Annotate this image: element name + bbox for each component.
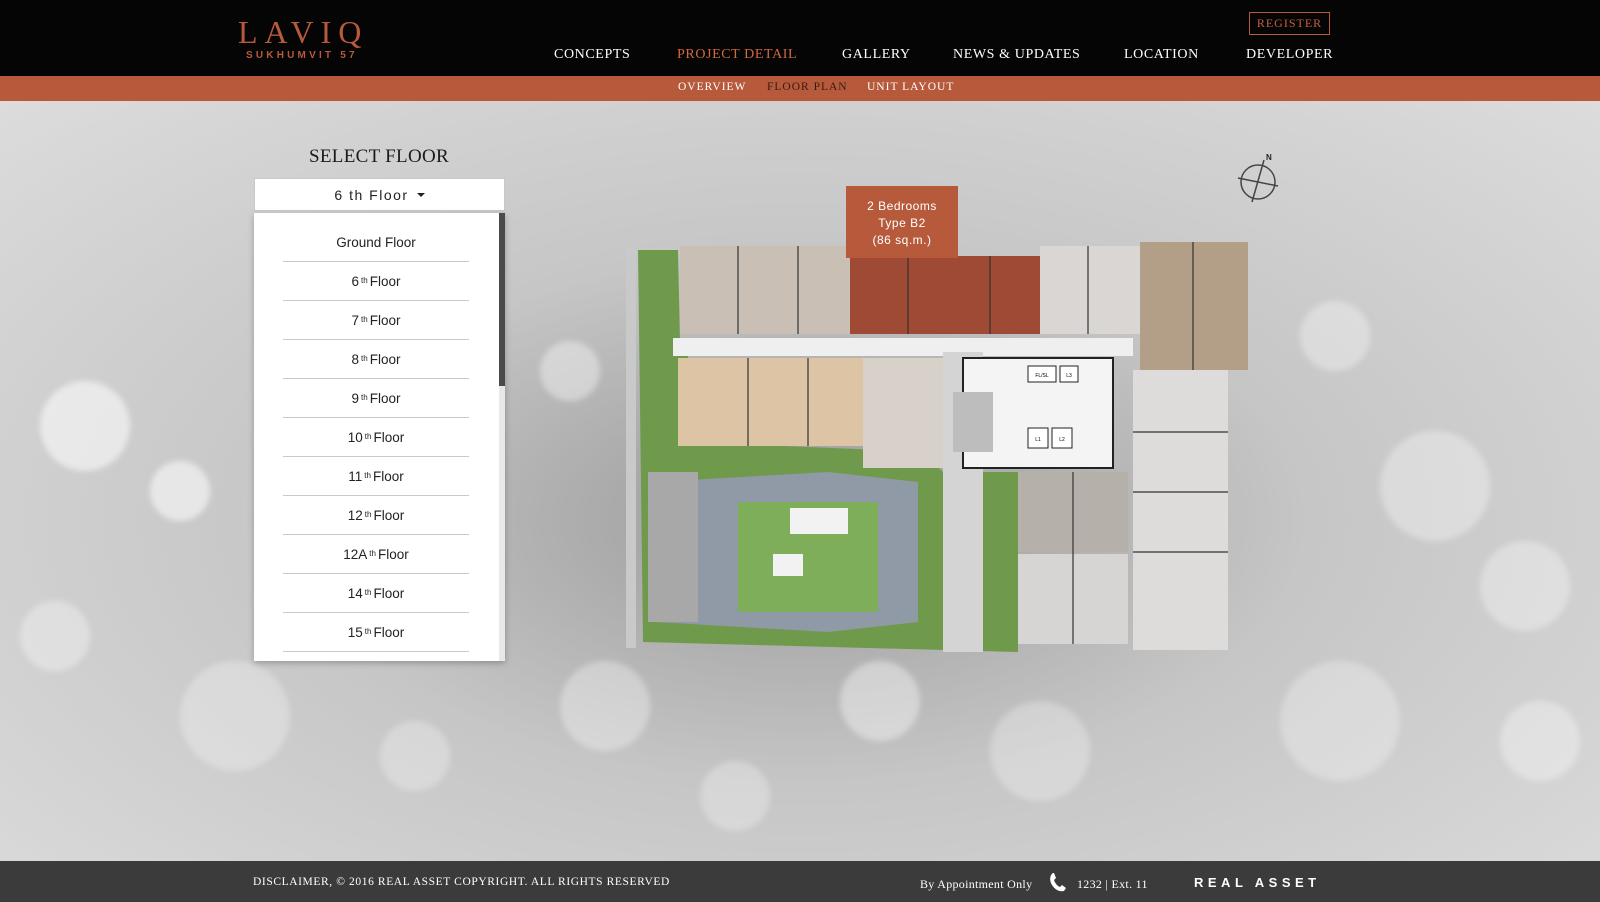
select-floor-title: SELECT FLOOR xyxy=(309,146,449,167)
unit-right-stack xyxy=(1133,370,1228,650)
tooltip-area: (86 sq.m.) xyxy=(872,233,932,247)
unit-b2-highlight[interactable] xyxy=(850,256,1040,334)
floor-option[interactable]: 9th Floor xyxy=(283,379,469,418)
top-header: LAVIQ SUKHUMVIT 57 REGISTER CONCEPTS PRO… xyxy=(0,0,1600,76)
tooltip-type: Type B2 xyxy=(878,216,926,230)
footer: DISCLAIMER, © 2016 REAL ASSET COPYRIGHT.… xyxy=(0,861,1600,902)
dropdown-scrollbar[interactable] xyxy=(499,213,505,661)
stair xyxy=(953,392,993,452)
l2-label: L2 xyxy=(1059,437,1065,443)
unit-f xyxy=(863,358,943,468)
floor-select[interactable]: 6 th Floor xyxy=(254,178,505,211)
site-boundary xyxy=(626,248,636,648)
floor-plan[interactable]: FL/SL L3 L1 L2 xyxy=(618,242,1260,662)
appointment-text: By Appointment Only xyxy=(920,877,1033,891)
tooltip-bedrooms: 2 Bedrooms xyxy=(867,199,937,213)
floor-option[interactable]: 6th Floor xyxy=(283,262,469,301)
caret-down-icon xyxy=(416,192,425,197)
unit-d xyxy=(1140,242,1248,370)
nav-location[interactable]: LOCATION xyxy=(1124,47,1199,63)
floor-option[interactable]: Ground Floor xyxy=(283,223,469,262)
register-button[interactable]: REGISTER xyxy=(1249,12,1330,35)
fl-sl-label: FL/SL xyxy=(1035,373,1049,379)
floor-option[interactable]: 7th Floor xyxy=(283,301,469,340)
nav-developer[interactable]: DEVELOPER xyxy=(1246,47,1333,63)
floor-select-value: 6 th Floor xyxy=(334,186,409,203)
floor-option[interactable]: 14th Floor xyxy=(283,574,469,613)
real-asset-logo[interactable]: REAL ASSET xyxy=(1194,875,1321,890)
floor-option[interactable]: 10th Floor xyxy=(283,418,469,457)
floor-option[interactable]: 11th Floor xyxy=(283,457,469,496)
floor-option[interactable]: 15th Floor xyxy=(283,613,469,652)
sub-nav: OVERVIEW FLOOR PLAN UNIT LAYOUT xyxy=(0,76,1600,101)
nav-news-updates[interactable]: NEWS & UPDATES xyxy=(953,47,1080,63)
corridor xyxy=(673,338,1133,356)
nav-gallery[interactable]: GALLERY xyxy=(842,47,911,63)
unit-a xyxy=(680,246,850,334)
subnav-overview[interactable]: OVERVIEW xyxy=(678,81,746,93)
floor-option[interactable]: 12A th Floor xyxy=(283,535,469,574)
compass-north-label: N xyxy=(1266,153,1272,162)
pool-deck xyxy=(648,472,698,622)
nav-concepts[interactable]: CONCEPTS xyxy=(554,47,630,63)
subnav-floor-plan[interactable]: FLOOR PLAN xyxy=(767,81,848,93)
floor-option[interactable]: 8th Floor xyxy=(283,340,469,379)
floor-option[interactable]: 12th Floor xyxy=(283,496,469,535)
floor-dropdown[interactable]: Ground Floor 6th Floor 7th Floor 8th Floor … xyxy=(254,213,505,661)
subnav-unit-layout[interactable]: UNIT LAYOUT xyxy=(867,81,954,93)
unit-c xyxy=(1040,246,1140,334)
nav-project-detail[interactable]: PROJECT DETAIL xyxy=(677,47,797,63)
logo-wordmark: LAVIQ xyxy=(238,14,369,50)
l3-label: L3 xyxy=(1066,373,1072,379)
l1-label: L1 xyxy=(1035,437,1041,443)
unit-tooltip: 2 Bedrooms Type B2 (86 sq.m.) xyxy=(846,186,958,258)
phone-number[interactable]: 1232 | Ext. 11 xyxy=(1077,877,1148,892)
unit-e xyxy=(678,358,863,446)
compass-icon: N xyxy=(1237,153,1279,203)
loungers-2 xyxy=(773,554,803,576)
main-nav: CONCEPTS PROJECT DETAIL GALLERY NEWS & U… xyxy=(0,47,1600,67)
scrollbar-thumb[interactable] xyxy=(499,213,505,386)
phone-icon xyxy=(1050,873,1066,892)
loungers xyxy=(790,508,848,534)
disclaimer-text: DISCLAIMER, © 2016 REAL ASSET COPYRIGHT.… xyxy=(253,876,670,888)
